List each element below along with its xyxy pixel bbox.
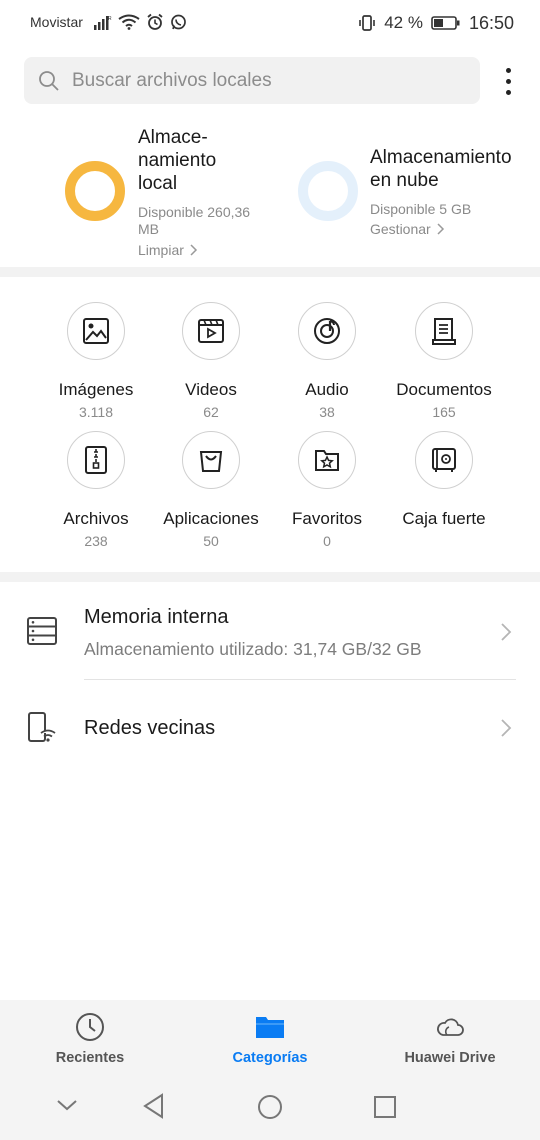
category-label: Caja fuerte xyxy=(402,509,486,528)
archive-icon xyxy=(67,431,125,489)
manage-label: Gestionar xyxy=(370,221,431,237)
carrier-name: Movistar xyxy=(30,14,83,30)
more-dot-icon xyxy=(505,67,511,73)
category-audio[interactable]: Audio 38 xyxy=(262,302,392,420)
status-bar: Movistar R 42 % 16:50 xyxy=(0,0,540,44)
hide-keyboard-chevron-icon[interactable] xyxy=(56,1098,78,1112)
system-navigation-bar xyxy=(0,1086,540,1126)
cloud-storage-ring xyxy=(298,161,358,221)
chevron-right-icon xyxy=(437,223,444,235)
shopping-bag-icon xyxy=(182,431,240,489)
more-options-button[interactable] xyxy=(496,62,520,100)
alarm-icon xyxy=(147,13,163,30)
file-manager-screen: Movistar R 42 % 16:50 Buscar archivos lo… xyxy=(0,0,540,1140)
status-right: 42 % 16:50 xyxy=(358,12,514,34)
vibrate-icon xyxy=(359,15,376,31)
cloud-icon xyxy=(437,1018,464,1036)
local-storage-ring xyxy=(65,161,125,221)
recent-apps-icon[interactable] xyxy=(373,1095,397,1119)
chevron-right-icon xyxy=(501,623,512,641)
category-label: Aplicaciones xyxy=(163,509,259,528)
bottom-navigation: Recientes Categorías Huawei Drive xyxy=(0,1000,540,1140)
category-label: Archivos xyxy=(63,509,129,528)
star-folder-icon xyxy=(298,431,356,489)
nearby-networks-item[interactable]: Redes vecinas xyxy=(0,681,540,775)
cloud-storage-title: Almacenamiento en nube xyxy=(370,147,512,191)
category-safe[interactable]: Caja fuerte xyxy=(379,431,509,533)
clean-button[interactable]: Limpiar xyxy=(138,242,198,258)
category-count: 3.118 xyxy=(79,404,113,420)
wifi-icon xyxy=(118,14,140,30)
signal-icon: R xyxy=(94,16,112,30)
svg-text:R: R xyxy=(108,16,112,22)
category-label: Audio xyxy=(305,380,349,399)
battery-icon xyxy=(431,16,460,30)
storage-server-icon xyxy=(27,617,57,645)
more-dot-icon xyxy=(505,89,511,95)
category-videos[interactable]: Videos 62 xyxy=(146,302,276,420)
category-label: Videos xyxy=(185,380,237,399)
clean-label: Limpiar xyxy=(138,242,184,258)
back-icon[interactable] xyxy=(142,1093,166,1119)
status-left-icons: R xyxy=(94,12,187,32)
category-count: 38 xyxy=(319,404,335,420)
category-count: 165 xyxy=(432,404,456,420)
category-count: 50 xyxy=(203,533,219,549)
internal-memory-usage: Almacenamiento utilizado: 31,74 GB/32 GB xyxy=(84,639,422,659)
folder-icon xyxy=(256,1017,284,1038)
cloud-storage-available: Disponible 5 GB xyxy=(370,201,472,217)
tab-label: Categorías xyxy=(232,1050,308,1066)
image-icon xyxy=(67,302,125,360)
category-label: Documentos xyxy=(396,380,492,399)
search-icon xyxy=(39,70,59,91)
internal-memory-item[interactable]: Memoria interna Almacenamiento utilizado… xyxy=(0,582,540,680)
document-icon xyxy=(415,302,473,360)
clock-time: 16:50 xyxy=(468,12,514,33)
home-icon[interactable] xyxy=(257,1094,283,1120)
safe-icon xyxy=(415,431,473,489)
tab-huawei-drive[interactable]: Huawei Drive xyxy=(360,1000,540,1080)
cloud-storage-card[interactable]: Almacenamiento en nube Disponible 5 GB G… xyxy=(270,120,540,265)
chevron-right-icon xyxy=(190,244,197,256)
search-bar[interactable]: Buscar archivos locales xyxy=(24,57,480,104)
video-icon xyxy=(182,302,240,360)
category-label: Favoritos xyxy=(292,509,362,528)
category-count: 62 xyxy=(203,404,219,420)
category-count: 0 xyxy=(323,533,331,549)
category-favorites[interactable]: Favoritos 0 xyxy=(262,431,392,549)
tab-label: Huawei Drive xyxy=(404,1050,496,1066)
tab-categories[interactable]: Categorías xyxy=(180,1000,360,1080)
category-images[interactable]: Imágenes 3.118 xyxy=(31,302,161,420)
category-documents[interactable]: Documentos 165 xyxy=(379,302,509,420)
local-storage-title: Almace- namiento local xyxy=(138,127,217,194)
tab-recent[interactable]: Recientes xyxy=(0,1000,180,1080)
local-storage-card[interactable]: Almace- namiento local Disponible 260,36… xyxy=(0,120,270,265)
whatsapp-icon xyxy=(171,14,186,29)
search-placeholder: Buscar archivos locales xyxy=(72,69,272,91)
section-divider xyxy=(0,572,540,582)
category-label: Imágenes xyxy=(58,380,134,399)
category-archives[interactable]: Archivos 238 xyxy=(31,431,161,549)
local-storage-available: Disponible 260,36 MB xyxy=(138,204,251,237)
clock-icon xyxy=(76,1013,104,1041)
audio-icon xyxy=(298,302,356,360)
battery-percent: 42 % xyxy=(384,13,423,32)
list-divider xyxy=(84,679,516,680)
nearby-networks-title: Redes vecinas xyxy=(84,717,216,739)
category-count: 238 xyxy=(84,533,108,549)
internal-memory-title: Memoria interna xyxy=(84,606,229,628)
tab-label: Recientes xyxy=(55,1050,125,1066)
phone-wifi-icon xyxy=(28,712,56,742)
section-divider xyxy=(0,267,540,277)
category-apps[interactable]: Aplicaciones 50 xyxy=(146,431,276,549)
manage-button[interactable]: Gestionar xyxy=(370,221,445,237)
more-dot-icon xyxy=(505,78,511,84)
chevron-right-icon xyxy=(501,719,512,737)
